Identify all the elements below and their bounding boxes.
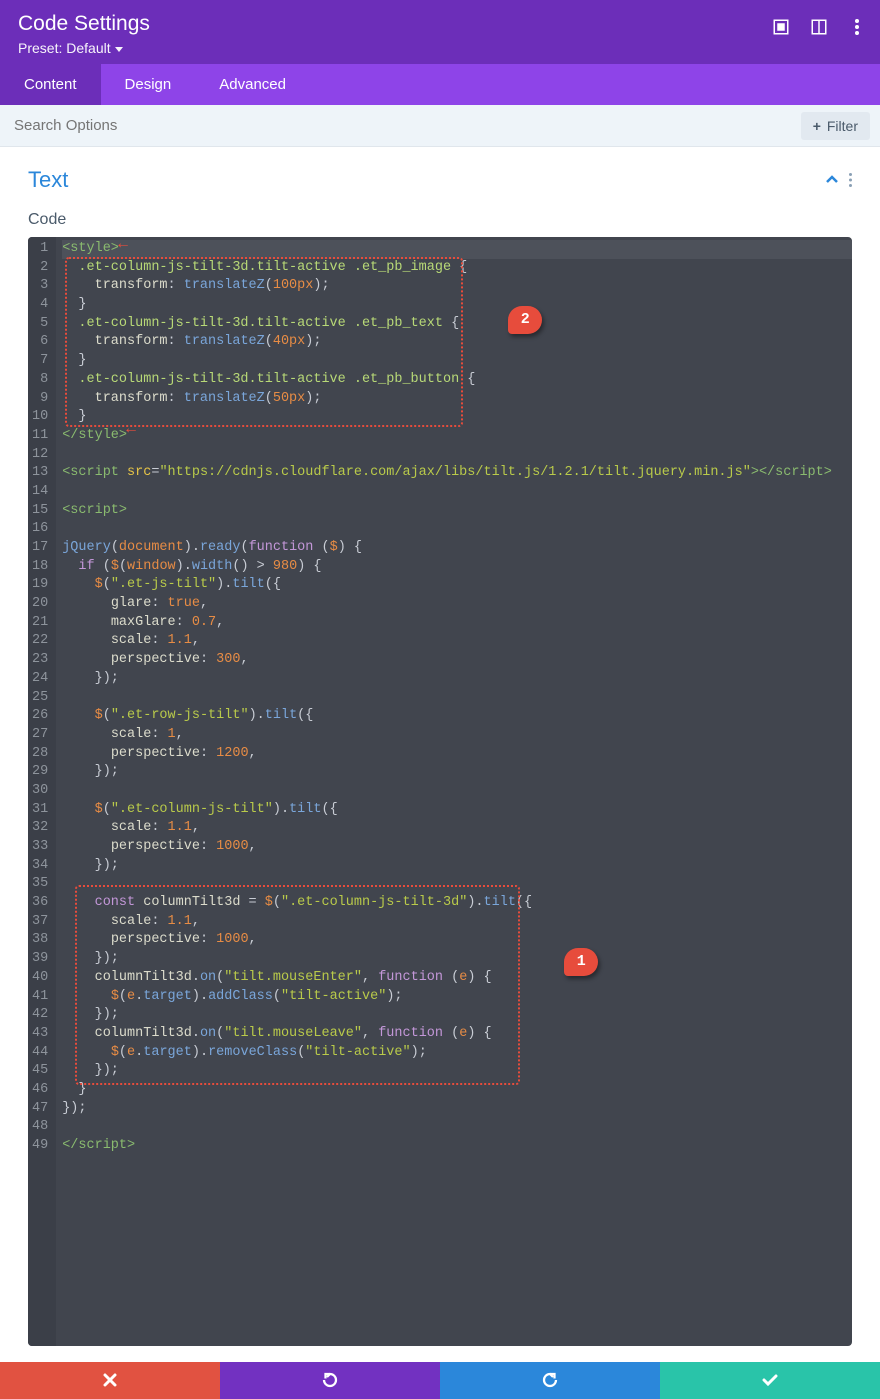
save-button[interactable] bbox=[660, 1362, 880, 1399]
undo-button[interactable] bbox=[220, 1362, 440, 1399]
arrow-icon: ← bbox=[126, 421, 136, 437]
redo-button[interactable] bbox=[440, 1362, 660, 1399]
caret-down-icon bbox=[115, 47, 123, 52]
code-field-label: Code bbox=[28, 211, 852, 229]
tab-content[interactable]: Content bbox=[0, 64, 101, 105]
code-editor[interactable]: 1234567891011121314151617181920212223242… bbox=[28, 237, 852, 1346]
search-input[interactable] bbox=[10, 111, 801, 140]
collapse-icon[interactable] bbox=[825, 175, 839, 185]
tab-design[interactable]: Design bbox=[101, 64, 196, 105]
preset-dropdown[interactable]: Preset: Default bbox=[18, 40, 862, 56]
cancel-button[interactable] bbox=[0, 1362, 220, 1399]
section-title: Text bbox=[28, 167, 68, 193]
footer-actions bbox=[0, 1362, 880, 1399]
search-bar: +Filter bbox=[0, 105, 880, 147]
kebab-icon[interactable] bbox=[848, 18, 866, 36]
code-body[interactable]: <style> .et-column-js-tilt-3d.tilt-activ… bbox=[56, 237, 852, 1346]
section-kebab-icon[interactable] bbox=[849, 173, 852, 187]
line-gutter: 1234567891011121314151617181920212223242… bbox=[28, 237, 56, 1346]
modal-title: Code Settings bbox=[18, 12, 862, 36]
responsive-icon[interactable] bbox=[772, 18, 790, 36]
tab-advanced[interactable]: Advanced bbox=[195, 64, 310, 105]
panel-icon[interactable] bbox=[810, 18, 828, 36]
filter-button[interactable]: +Filter bbox=[801, 112, 870, 140]
modal-header: Code Settings Preset: Default bbox=[0, 0, 880, 64]
callout-2: 2 bbox=[508, 306, 542, 334]
arrow-icon: ← bbox=[118, 237, 128, 252]
callout-1: 1 bbox=[564, 948, 598, 976]
tabs: Content Design Advanced bbox=[0, 64, 880, 105]
